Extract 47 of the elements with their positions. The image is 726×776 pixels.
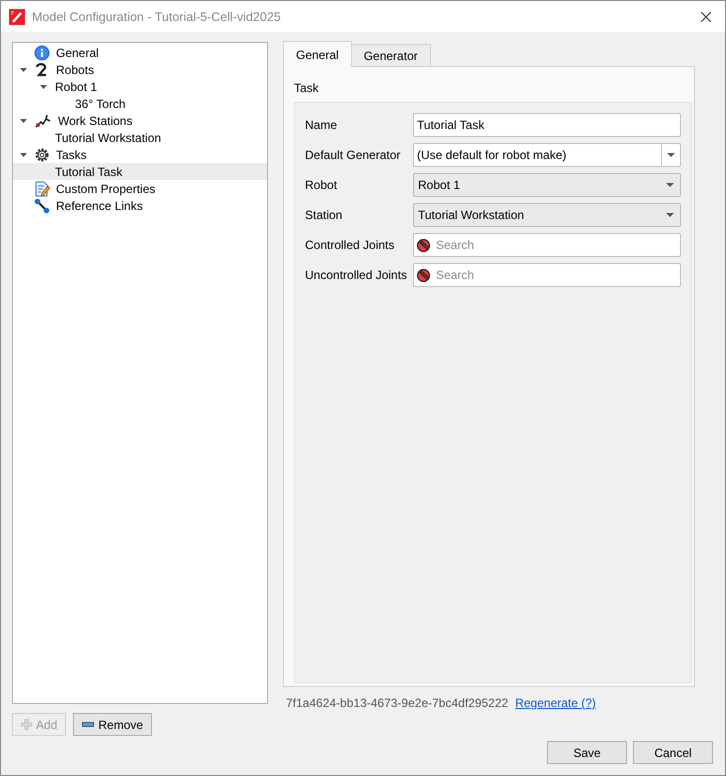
field-label: Uncontrolled Joints [305, 268, 408, 282]
workstation-icon [34, 112, 52, 128]
tab[interactable]: General [283, 41, 352, 67]
text-field[interactable]: Tutorial Task [413, 113, 681, 137]
id-text: 7f1a4624-bb13-4673-9e2e-7bc4df295222 [286, 696, 508, 710]
joint-icon [417, 268, 430, 282]
dialog-button[interactable]: Cancel [633, 741, 713, 764]
regenerate-link[interactable]: Regenerate (?) [515, 696, 596, 710]
tree-item[interactable]: Robot 1 [13, 78, 267, 95]
dropdown-field[interactable]: Robot 1 [413, 173, 681, 197]
dropdown-arrow-icon [666, 183, 674, 187]
tree-item[interactable]: General [13, 44, 267, 61]
field-label: Default Generator [305, 148, 402, 162]
tree-item[interactable]: 36° Torch [13, 95, 267, 112]
tab[interactable]: Generator [350, 44, 431, 67]
tree-item[interactable]: Tutorial Workstation [13, 129, 267, 146]
settings-icon [34, 146, 50, 162]
group-title: Task [294, 81, 320, 95]
minus-icon [82, 722, 94, 727]
tree-item[interactable]: Tutorial Task [13, 163, 267, 180]
tree-item[interactable]: Reference Links [13, 197, 267, 214]
tree-item[interactable]: Robots [13, 61, 267, 78]
expand-arrow-icon[interactable] [20, 152, 27, 156]
expand-arrow-icon[interactable] [20, 118, 27, 122]
app-logo-icon [9, 8, 25, 24]
dropdown-arrow-icon [666, 213, 674, 217]
tree-item[interactable]: Work Stations [13, 112, 267, 129]
remove-button[interactable]: Remove [73, 713, 152, 736]
window-title: Model Configuration - Tutorial-5-Cell-vid2025 [32, 10, 282, 24]
dropdown-field[interactable]: Tutorial Workstation [413, 203, 681, 227]
field-label: Name [305, 118, 338, 132]
link-nodes-icon [34, 198, 50, 214]
field-label: Robot [305, 178, 338, 192]
joint-icon [417, 238, 430, 252]
dialog-button[interactable]: Save [547, 741, 627, 764]
expand-arrow-icon[interactable] [40, 84, 47, 88]
document-pencil-icon [34, 180, 50, 196]
tree-item[interactable]: Custom Properties [13, 180, 267, 197]
close-icon[interactable] [701, 12, 711, 22]
plus-icon [21, 719, 32, 730]
tree-item[interactable]: Tasks [13, 146, 267, 163]
combo-field[interactable]: (Use default for robot make) [413, 143, 681, 167]
field-label: Station [305, 208, 344, 222]
info-icon [34, 44, 50, 60]
field-label: Controlled Joints [305, 238, 396, 252]
dropdown-arrow-icon[interactable] [667, 153, 675, 157]
expand-arrow-icon[interactable] [20, 68, 27, 72]
